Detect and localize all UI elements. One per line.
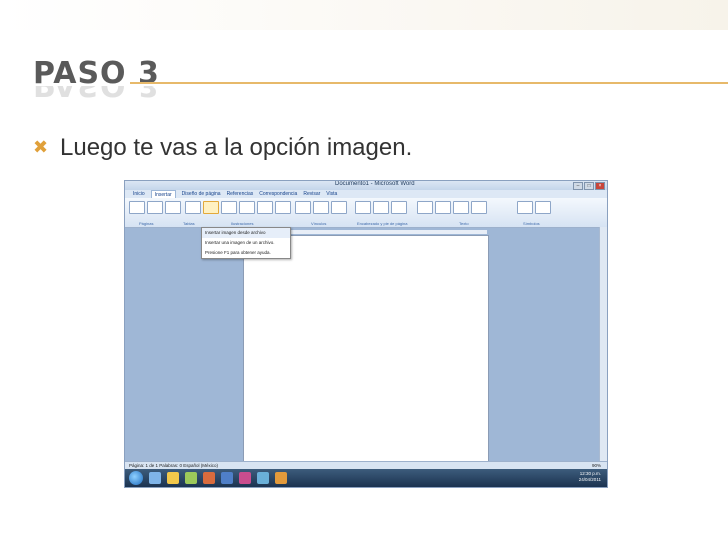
word-screenshot: Documento1 - Microsoft Word – □ × Inicio… <box>124 180 608 488</box>
status-text: Página: 1 de 1 Palabras: 0 Español (Méxi… <box>129 463 219 468</box>
group-label-vinculos: Vínculos <box>311 221 327 226</box>
smartart-button[interactable] <box>257 201 273 214</box>
window-controls: – □ × <box>573 182 605 190</box>
media-icon[interactable] <box>185 472 197 484</box>
quick-parts-button[interactable] <box>435 201 451 214</box>
header-button[interactable] <box>355 201 371 214</box>
cover-page-button[interactable] <box>129 201 145 214</box>
tab-insertar[interactable]: Insertar <box>150 190 176 198</box>
bookmark-button[interactable] <box>313 201 329 214</box>
group-label-encabezado: Encabezado y pie de página <box>357 221 408 226</box>
group-label-tablas: Tablas <box>183 221 195 226</box>
tab-correspondencia[interactable]: Correspondencia <box>259 190 297 198</box>
document-page[interactable] <box>243 235 489 463</box>
tab-revisar[interactable]: Revisar <box>303 190 320 198</box>
picture-tooltip-menu: Insertar imagen desde archivo Insertar u… <box>201 227 291 259</box>
slide-top-band <box>0 0 728 30</box>
word-window-title: Documento1 - Microsoft Word <box>335 181 415 187</box>
group-label-simbolos: Símbolos <box>523 221 540 226</box>
ie-icon[interactable] <box>149 472 161 484</box>
chart-button[interactable] <box>275 201 291 214</box>
menu-item-help: Presione F1 para obtener ayuda. <box>205 250 271 255</box>
folder-icon[interactable] <box>167 472 179 484</box>
word-titlebar: Documento1 - Microsoft Word – □ × <box>125 181 607 190</box>
slide-title-reflection: PASO 3 <box>33 86 160 102</box>
cross-reference-button[interactable] <box>331 201 347 214</box>
firefox-icon[interactable] <box>203 472 215 484</box>
shapes-button[interactable] <box>239 201 255 214</box>
tab-vista[interactable]: Vista <box>326 190 337 198</box>
symbol-button[interactable] <box>535 201 551 214</box>
textbox-button[interactable] <box>417 201 433 214</box>
table-button[interactable] <box>185 201 201 214</box>
page-number-button[interactable] <box>391 201 407 214</box>
hyperlink-button[interactable] <box>295 201 311 214</box>
minimize-icon[interactable]: – <box>573 182 583 190</box>
clipart-button[interactable] <box>221 201 237 214</box>
menu-item-insert-picture[interactable]: Insertar imagen desde archivo <box>202 228 290 238</box>
maximize-icon[interactable]: □ <box>584 182 594 190</box>
wordart-button[interactable] <box>453 201 469 214</box>
bullet-text: Luego te vas a la opción imagen. <box>60 134 413 161</box>
app-icon-2[interactable] <box>257 472 269 484</box>
tab-referencias[interactable]: Referencias <box>227 190 254 198</box>
group-label-ilustraciones: Ilustraciones <box>231 221 254 226</box>
group-label-paginas: Páginas <box>139 221 154 226</box>
clock-date: 24/04/2011 <box>578 477 601 482</box>
close-icon[interactable]: × <box>595 182 605 190</box>
zoom-level[interactable]: 90% <box>592 463 601 468</box>
footer-button[interactable] <box>373 201 389 214</box>
taskbar: 12:30 p.m. 24/04/2011 <box>125 469 607 487</box>
picture-button[interactable] <box>203 201 219 214</box>
title-divider <box>130 82 728 84</box>
tab-diseno[interactable]: Diseño de página <box>182 190 221 198</box>
dropcap-button[interactable] <box>471 201 487 214</box>
ribbon: Páginas Tablas Ilustraciones Vínculos En… <box>125 198 607 228</box>
app-icon[interactable] <box>239 472 251 484</box>
equation-button[interactable] <box>517 201 533 214</box>
start-button-icon[interactable] <box>129 471 143 485</box>
menu-item-description: Insertar una imagen de un archivo. <box>205 240 275 245</box>
clock: 12:30 p.m. 24/04/2011 <box>579 471 601 483</box>
group-label-texto: Texto <box>459 221 469 226</box>
word-taskbar-icon[interactable] <box>221 472 233 484</box>
vertical-scrollbar[interactable] <box>599 227 607 461</box>
bullet-icon: ✖ <box>33 137 49 157</box>
ribbon-tabs: Inicio Insertar Diseño de página Referen… <box>125 190 607 198</box>
app-icon-3[interactable] <box>275 472 287 484</box>
blank-page-button[interactable] <box>147 201 163 214</box>
page-break-button[interactable] <box>165 201 181 214</box>
tab-inicio[interactable]: Inicio <box>133 190 145 198</box>
